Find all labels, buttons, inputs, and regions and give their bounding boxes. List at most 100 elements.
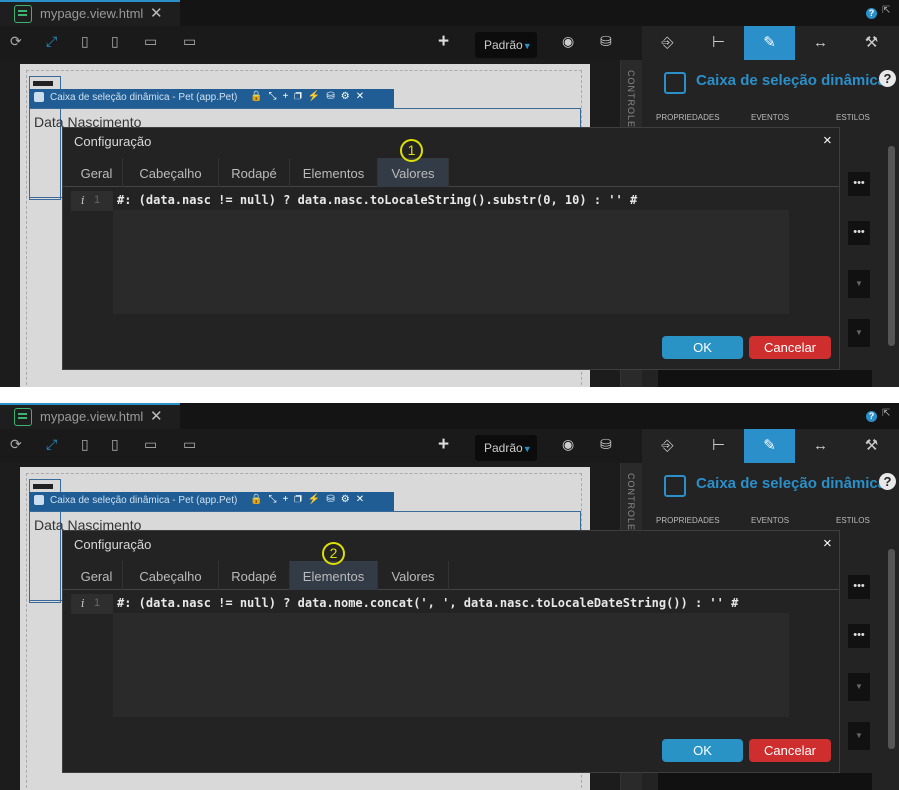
property-select[interactable]: ▼ [848,270,870,298]
add-button[interactable]: + [438,434,449,456]
tab-cabecalho[interactable]: Cabeçalho [123,158,219,187]
code-editor-line[interactable]: i 1 #: (data.nasc != null) ? data.nasc.t… [71,191,831,211]
tab-elementos[interactable]: Elementos [290,561,378,590]
preset-select[interactable]: Padrão▼ [475,32,537,58]
more-button[interactable]: ••• [848,172,870,196]
tab-rodape[interactable]: Rodapé [219,158,290,187]
tab-geral[interactable]: Geral [71,158,123,187]
desktop-icon[interactable]: ▭ [144,436,157,453]
expand-icon[interactable]: ⤢ [46,436,57,453]
resize-icon[interactable]: ↔ [795,26,846,60]
expand-icon[interactable]: ⤢ [46,33,57,50]
cancel-button[interactable]: Cancelar [749,739,831,762]
component-tools-icon[interactable]: 🔒⤡+❐⚡⛁⚙✕ [250,91,370,102]
add-button[interactable]: + [438,31,449,53]
component-type-icon [664,475,686,497]
help-icon[interactable]: ? [866,8,877,19]
component-toolbar: Caixa de seleção dinâmica - Pet (app.Pet… [29,492,394,511]
cancel-button[interactable]: Cancelar [749,336,831,359]
tablet-icon[interactable]: ▯ [111,436,119,453]
tools-icon[interactable]: ⚒ [846,26,897,60]
editor-gutter [71,191,113,211]
database-icon[interactable]: ⛁ [600,436,612,453]
tab-elementos[interactable]: Elementos [290,158,378,187]
code-text[interactable]: #: (data.nasc != null) ? data.nome.conca… [117,596,738,610]
ok-button[interactable]: OK [662,739,743,762]
refresh-icon[interactable]: ⟳ [10,33,22,50]
property-field[interactable] [658,370,872,387]
scrollbar[interactable] [888,549,895,749]
help-icon[interactable]: ? [879,473,896,490]
code-editor[interactable] [113,613,789,717]
file-icon [14,408,32,426]
tab-eventos[interactable]: EVENTOS [751,516,789,525]
component-handle [33,484,53,489]
desktop-icon[interactable]: ▭ [144,33,157,50]
tab-rodape[interactable]: Rodapé [219,561,290,590]
resize-icon[interactable]: ↔ [795,429,846,463]
component-tools-icon[interactable]: 🔒⤡+❐⚡⛁⚙✕ [250,494,370,505]
close-icon[interactable]: × [823,535,832,552]
preset-select-label: Padrão [484,38,523,52]
property-field[interactable] [658,773,872,790]
close-icon[interactable]: ✕ [150,4,163,22]
more-button[interactable]: ••• [848,575,870,599]
help-icon[interactable]: ? [879,70,896,87]
close-icon[interactable]: ✕ [150,407,163,425]
file-tab[interactable]: mypage.view.html ✕ [0,0,180,26]
tree-icon[interactable]: ⊢ [693,26,744,60]
pin-icon[interactable]: ⇱ [882,5,890,16]
info-icon: i [81,194,85,207]
close-icon[interactable]: × [823,132,832,149]
refresh-icon[interactable]: ⟳ [10,436,22,453]
monitor-icon[interactable]: ▭ [183,436,196,453]
tab-valores[interactable]: Valores [378,561,449,590]
mobile-icon[interactable]: ▯ [81,33,89,50]
dialog-title: Configuração [74,537,152,552]
tab-cabecalho[interactable]: Cabeçalho [123,561,219,590]
component-handle [33,81,53,86]
scrollbar[interactable] [888,146,895,346]
more-button[interactable]: ••• [848,624,870,648]
tab-propriedades[interactable]: PROPRIEDADES [656,113,720,122]
pencil-icon[interactable]: ✎ [744,26,795,60]
tab-valores[interactable]: Valores [378,158,449,187]
more-button[interactable]: ••• [848,221,870,245]
property-select[interactable]: ▼ [848,673,870,701]
tab-estilos[interactable]: ESTILOS [836,113,870,122]
preset-select[interactable]: Padrão▼ [475,435,537,461]
pin-icon[interactable]: ⇱ [882,408,890,419]
info-icon: i [81,597,85,610]
tab-estilos[interactable]: ESTILOS [836,516,870,525]
code-text[interactable]: #: (data.nasc != null) ? data.nasc.toLoc… [117,193,637,207]
controls-label: CONTROLES [626,70,636,136]
import-icon[interactable]: ⎆ [642,26,693,60]
code-editor-line[interactable]: i 1 #: (data.nasc != null) ? data.nome.c… [71,594,831,614]
canvas-toolbar: ⟳ ⤢ ▯ ▯ ▭ ▭ + ◉ ⛁ [0,429,642,463]
file-icon [14,5,32,23]
tree-icon[interactable]: ⊢ [693,429,744,463]
tablet-icon[interactable]: ▯ [111,33,119,50]
file-tab[interactable]: mypage.view.html ✕ [0,403,180,429]
database-icon[interactable]: ⛁ [600,33,612,50]
visibility-icon[interactable]: ◉ [562,33,574,50]
visibility-icon[interactable]: ◉ [562,436,574,453]
property-select[interactable]: ▼ [848,722,870,750]
mobile-icon[interactable]: ▯ [81,436,89,453]
property-select[interactable]: ▼ [848,319,870,347]
tools-icon[interactable]: ⚒ [846,429,897,463]
code-editor[interactable] [113,210,789,314]
pencil-icon[interactable]: ✎ [744,429,795,463]
line-number: 1 [94,194,101,206]
tab-geral[interactable]: Geral [71,561,123,590]
tab-propriedades[interactable]: PROPRIEDADES [656,516,720,525]
monitor-icon[interactable]: ▭ [183,33,196,50]
component-icon [34,92,44,102]
import-icon[interactable]: ⎆ [642,429,693,463]
help-icon[interactable]: ? [866,411,877,422]
file-tab-bar: mypage.view.html ✕ ? ⇱ [0,403,899,429]
tab-eventos[interactable]: EVENTOS [751,113,789,122]
step-marker: 1 [400,139,423,162]
ok-button[interactable]: OK [662,336,743,359]
component-label: Caixa de seleção dinâmica - Pet (app.Pet… [50,495,238,506]
